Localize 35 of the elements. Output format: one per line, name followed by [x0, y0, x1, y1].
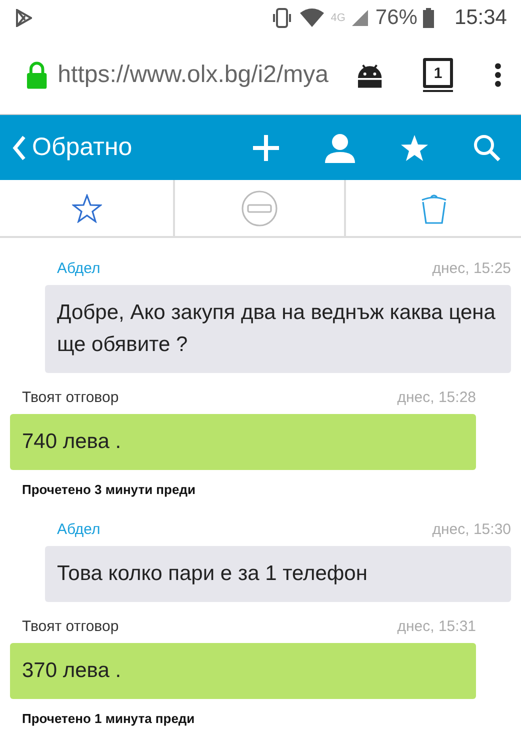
android-icon[interactable]	[357, 62, 384, 88]
lock-icon	[26, 61, 48, 89]
search-icon[interactable]	[473, 134, 501, 162]
block-icon	[241, 190, 278, 226]
network-type: 4G	[330, 12, 346, 24]
message-time: днес, 15:25	[432, 260, 511, 277]
sender-name: Твоят отговор	[22, 389, 119, 406]
message-bubble: Добре, Ако закупя два на веднъж каква цена ще обявите ?	[45, 285, 511, 373]
message-time: днес, 15:30	[432, 521, 511, 538]
read-status: Прочетено 1 минута преди	[21, 710, 196, 726]
read-status: Прочетено 3 минути преди	[21, 481, 196, 497]
add-icon[interactable]	[252, 134, 280, 162]
menu-icon[interactable]	[495, 63, 501, 87]
url-field[interactable]: https://www.olx.bg/i2/mya	[58, 61, 336, 89]
vibrate-icon	[270, 7, 293, 29]
chevron-left-icon	[12, 134, 26, 160]
message-bubble: 740 лева .	[10, 414, 476, 470]
wifi-icon	[298, 8, 325, 28]
sender-name: Абдел	[57, 260, 100, 277]
back-button[interactable]: Обратно	[12, 133, 132, 162]
trash-icon	[420, 192, 448, 224]
star-outline-icon	[72, 194, 102, 222]
message-bubble: 370 лева .	[10, 643, 476, 699]
sender-name: Твоят отговор	[22, 618, 119, 635]
message-time: днес, 15:28	[397, 389, 476, 406]
play-store-icon	[16, 9, 32, 27]
message-bubble: Това колко пари е за 1 телефон	[45, 546, 511, 602]
sender-name: Абдел	[57, 521, 100, 538]
clock: 15:34	[454, 6, 507, 30]
battery-percent: 76%	[375, 6, 418, 30]
user-icon[interactable]	[324, 132, 356, 162]
message-time: днес, 15:31	[397, 618, 476, 635]
signal-icon	[351, 9, 370, 27]
battery-icon	[423, 8, 434, 28]
star-icon[interactable]	[400, 134, 429, 162]
